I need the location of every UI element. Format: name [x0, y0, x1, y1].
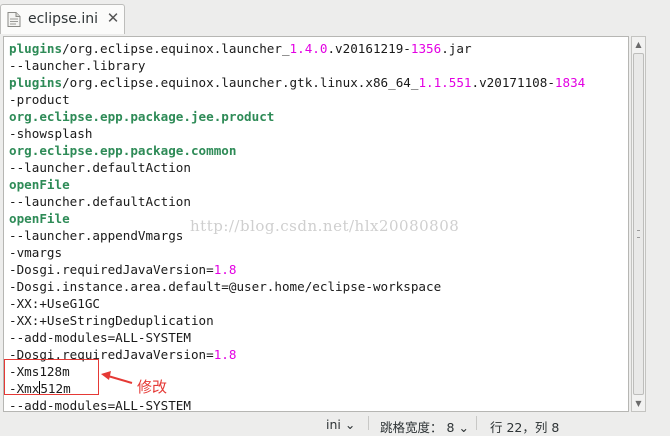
code-line: -showsplash	[9, 125, 585, 142]
vertical-scrollbar[interactable]: ▲ ▼	[631, 36, 646, 412]
chevron-down-icon: ⌄	[458, 420, 469, 435]
code-line: plugins/org.eclipse.equinox.launcher.gtk…	[9, 74, 585, 91]
code-line: --launcher.defaultAction	[9, 193, 585, 210]
text-token: --launcher.defaultAction	[9, 194, 191, 209]
tab-width-selector[interactable]: 跳格宽度： 8 ⌄	[380, 417, 469, 436]
number-token: 1.1.551	[418, 75, 472, 90]
document-icon	[7, 12, 21, 27]
text-token: --add-modules=ALL-SYSTEM	[9, 398, 191, 412]
text-editor[interactable]: plugins/org.eclipse.equinox.launcher_1.4…	[3, 36, 629, 412]
code-line: plugins/org.eclipse.equinox.launcher_1.4…	[9, 40, 585, 57]
code-line: -Dosgi.requiredJavaVersion=1.8	[9, 261, 585, 278]
text-token: --launcher.defaultAction	[9, 160, 191, 175]
grip-icon	[637, 230, 640, 238]
code-line: --launcher.library	[9, 57, 585, 74]
scrollbar-thumb[interactable]	[633, 53, 644, 395]
number-token: 1.8	[213, 347, 237, 362]
text-token: -Dosgi.requiredJavaVersion=	[9, 262, 214, 277]
code-line: openFile	[9, 176, 585, 193]
scroll-down-icon[interactable]: ▼	[634, 399, 643, 408]
text-token: -product	[9, 92, 70, 107]
tab-eclipse-ini[interactable]: eclipse.ini ✕	[0, 4, 125, 34]
tab-title: eclipse.ini	[28, 11, 98, 27]
close-icon[interactable]: ✕	[105, 10, 121, 26]
text-token: .v20161219-	[327, 41, 411, 56]
cursor-position: 行 22，列 8	[490, 420, 560, 435]
text-token: --add-modules=ALL-SYSTEM	[9, 330, 191, 345]
code-line: -XX:+UseStringDeduplication	[9, 312, 585, 329]
text-token: .jar	[441, 41, 472, 56]
keyword-token: plugins	[9, 75, 63, 90]
divider	[476, 416, 477, 430]
keyword-token: org.eclipse.epp.package.common	[9, 143, 237, 158]
text-token: --launcher.appendVmargs	[9, 228, 184, 243]
annotation-label: 修改	[137, 378, 168, 396]
text-token: -XX:+UseStringDeduplication	[9, 313, 214, 328]
status-bar: ini ⌄ 跳格宽度： 8 ⌄ 行 22，列 8	[0, 414, 670, 435]
keyword-token: plugins	[9, 41, 63, 56]
text-token: -vmargs	[9, 245, 63, 260]
arrow-icon	[101, 371, 133, 384]
number-token: 1356	[410, 41, 442, 56]
code-line: --add-modules=ALL-SYSTEM	[9, 397, 585, 412]
code-line: --add-modules=ALL-SYSTEM	[9, 329, 585, 346]
code-line: -XX:+UseG1GC	[9, 295, 585, 312]
number-token: 1.4.0	[289, 41, 328, 56]
text-token: /org.eclipse.equinox.launcher.gtk.linux.…	[62, 75, 419, 90]
keyword-token: org.eclipse.epp.package.jee.product	[9, 109, 275, 124]
code-line: -vmargs	[9, 244, 585, 261]
text-token: -showsplash	[9, 126, 93, 141]
code-line: --launcher.defaultAction	[9, 159, 585, 176]
code-line: -product	[9, 91, 585, 108]
text-token: --launcher.library	[9, 58, 146, 73]
code-line: -Dosgi.instance.area.default=@user.home/…	[9, 278, 585, 295]
watermark: http://blog.csdn.net/hlx20080808	[190, 217, 460, 235]
keyword-token: openFile	[9, 211, 70, 226]
text-token: -XX:+UseG1GC	[9, 296, 100, 311]
tab-width-label: 跳格宽度：	[380, 420, 443, 435]
number-token: 1834	[554, 75, 586, 90]
text-token: .v20171108-	[471, 75, 555, 90]
editor-frame: plugins/org.eclipse.equinox.launcher_1.4…	[0, 34, 670, 414]
tab-width-value: 8	[446, 420, 455, 435]
text-token: /org.eclipse.equinox.launcher_	[62, 41, 290, 56]
text-token: -Dosgi.instance.area.default=@user.home/…	[9, 279, 442, 294]
number-token: 1.8	[213, 262, 237, 277]
code-line: org.eclipse.epp.package.jee.product	[9, 108, 585, 125]
highlight-box	[4, 359, 99, 395]
tab-bar: eclipse.ini ✕	[0, 0, 670, 34]
divider	[368, 416, 369, 430]
scroll-up-icon[interactable]: ▲	[634, 40, 643, 49]
keyword-token: openFile	[9, 177, 70, 192]
code-line: org.eclipse.epp.package.common	[9, 142, 585, 159]
